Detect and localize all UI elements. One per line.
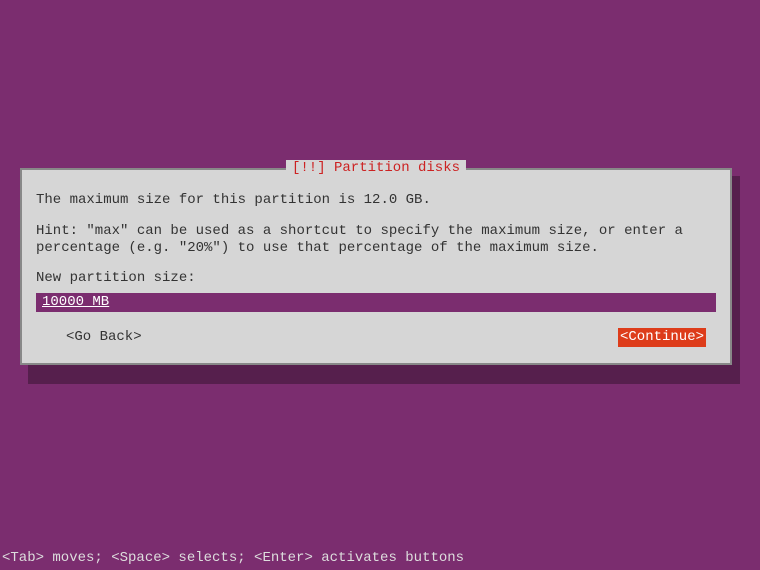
partition-size-input[interactable]: 10000 MB [36, 293, 716, 312]
continue-button[interactable]: <Continue> [618, 328, 706, 347]
dialog-body: The maximum size for this partition is 1… [36, 192, 716, 347]
max-size-text: The maximum size for this partition is 1… [36, 192, 716, 209]
go-back-button[interactable]: <Go Back> [66, 329, 142, 346]
dialog-wrapper: [!!] Partition disks The maximum size fo… [20, 168, 740, 365]
dialog-title: [!!] Partition disks [286, 160, 466, 176]
footer-help-text: <Tab> moves; <Space> selects; <Enter> ac… [2, 550, 464, 566]
partition-size-label: New partition size: [36, 270, 716, 287]
hint-text: Hint: "max" can be used as a shortcut to… [36, 223, 716, 257]
partition-dialog: [!!] Partition disks The maximum size fo… [20, 168, 732, 365]
button-row: <Go Back> <Continue> [36, 328, 716, 347]
